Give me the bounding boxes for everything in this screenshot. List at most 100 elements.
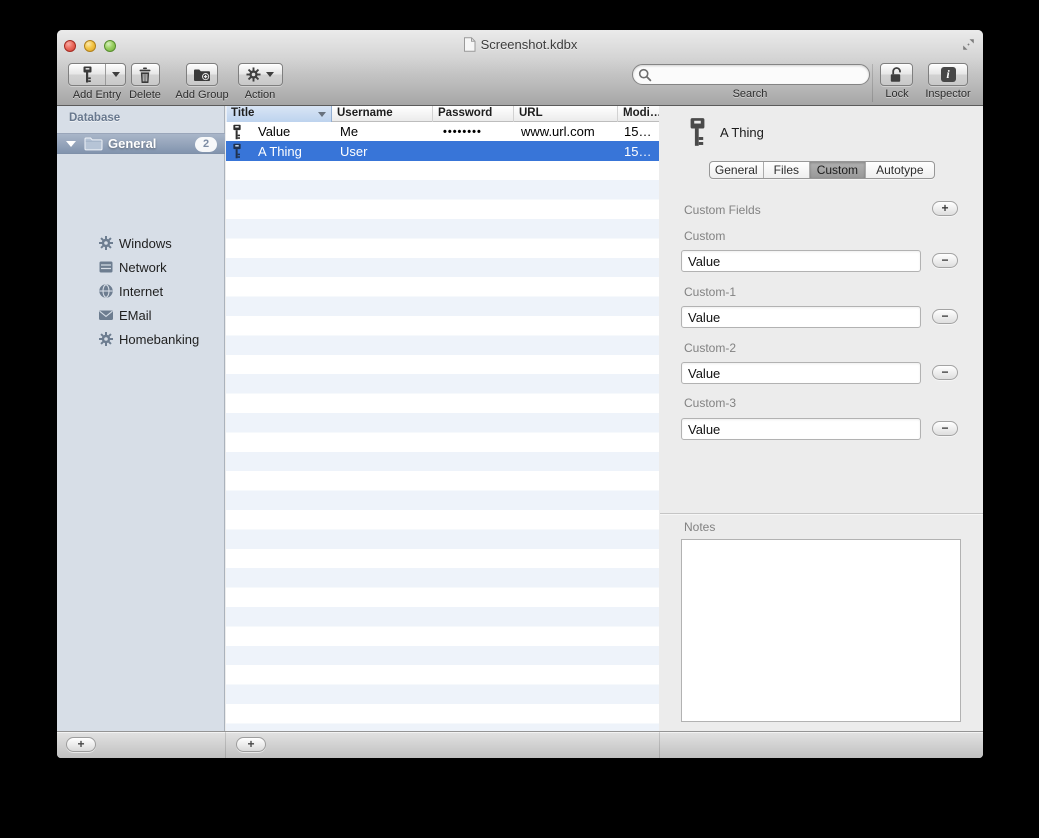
- column-header-username[interactable]: Username: [332, 106, 433, 122]
- gear-icon: [98, 235, 114, 251]
- server-icon: [98, 259, 114, 275]
- field-label: Custom-2: [684, 341, 736, 355]
- sidebar-item-email[interactable]: EMail: [57, 305, 225, 325]
- field-label: Custom: [684, 229, 725, 243]
- disclosure-triangle-icon[interactable]: [66, 141, 76, 147]
- sidebar-section-header: Database: [69, 112, 120, 124]
- action-button[interactable]: [238, 63, 283, 86]
- sidebar-item-internet[interactable]: Internet: [57, 281, 225, 301]
- column-header-password[interactable]: Password: [433, 106, 514, 122]
- remove-custom-field-button[interactable]: −: [932, 309, 958, 324]
- entry-title: Value: [258, 124, 290, 139]
- custom-field-input[interactable]: [681, 250, 921, 272]
- add-custom-field-button[interactable]: +: [932, 201, 958, 216]
- add-group-group: Add Group: [171, 63, 233, 101]
- remove-custom-field-button[interactable]: −: [932, 365, 958, 380]
- notes-separator: [660, 513, 983, 515]
- info-icon: i: [941, 67, 956, 82]
- chevron-down-icon: [112, 72, 120, 77]
- entry-title: A Thing: [258, 144, 302, 159]
- add-entry-footer-button[interactable]: +: [236, 737, 266, 752]
- sidebar-group-general[interactable]: General 2: [57, 133, 225, 154]
- entry-password: ••••••••: [433, 122, 514, 141]
- sidebar-item-label: EMail: [119, 308, 152, 323]
- inspector-tabs: General Files Custom Autotype: [709, 161, 935, 179]
- table-row[interactable]: Value Me •••••••• www.url.com 15…: [226, 122, 659, 141]
- column-header-modified[interactable]: Modi…: [618, 106, 659, 122]
- add-entry-group: Add Entry: [65, 63, 129, 101]
- inspector-panel: A Thing General Files Custom Autotype Cu…: [660, 106, 983, 731]
- add-entry-button[interactable]: [68, 63, 126, 86]
- window-chrome: Screenshot.kdbx: [57, 30, 983, 106]
- sort-descending-icon: [318, 112, 326, 117]
- custom-field-input[interactable]: [681, 418, 921, 440]
- sidebar-item-network[interactable]: Network: [57, 257, 225, 277]
- search-input[interactable]: [632, 64, 870, 85]
- trash-icon: [138, 67, 152, 83]
- gear-icon: [98, 331, 114, 347]
- entry-username: User: [332, 141, 433, 160]
- entry-url: [514, 141, 618, 160]
- custom-field-input[interactable]: [681, 306, 921, 328]
- remove-custom-field-button[interactable]: −: [932, 421, 958, 436]
- chevron-down-icon: [266, 72, 274, 77]
- inspector-button[interactable]: i: [928, 63, 968, 86]
- action-label: Action: [245, 89, 276, 101]
- key-icon: [688, 116, 707, 148]
- add-group-button[interactable]: [186, 63, 218, 86]
- key-icon: [232, 124, 242, 140]
- add-entry-label: Add Entry: [73, 89, 121, 101]
- envelope-icon: [98, 307, 114, 323]
- column-header-title[interactable]: Title: [226, 106, 332, 122]
- sidebar-item-label: Homebanking: [119, 332, 199, 347]
- gear-icon: [246, 67, 261, 82]
- search-icon: [638, 68, 652, 82]
- custom-fields-header: Custom Fields: [684, 203, 761, 217]
- remove-custom-field-button[interactable]: −: [932, 253, 958, 268]
- document-icon: [463, 37, 476, 52]
- tab-files[interactable]: Files: [764, 162, 811, 178]
- table-row-selected[interactable]: A Thing User 15…: [226, 141, 659, 160]
- fullscreen-icon[interactable]: [960, 36, 977, 53]
- field-label: Custom-3: [684, 396, 736, 410]
- delete-label: Delete: [129, 89, 161, 101]
- action-group: Action: [235, 63, 285, 101]
- sidebar: Database General 2: [57, 106, 225, 731]
- key-icon: [69, 64, 105, 85]
- bottom-bar: + +: [57, 731, 983, 758]
- sidebar-item-homebanking[interactable]: Homebanking: [57, 329, 225, 349]
- tab-general[interactable]: General: [710, 162, 764, 178]
- add-group-footer-button[interactable]: +: [66, 737, 96, 752]
- folder-plus-icon: [193, 68, 211, 82]
- desktop: Screenshot.kdbx: [0, 0, 1039, 838]
- delete-group: Delete: [121, 63, 169, 101]
- bottom-bar-divider: [659, 732, 660, 758]
- inspector-entry-title: A Thing: [720, 125, 764, 140]
- sidebar-item-label: Network: [119, 260, 167, 275]
- column-header-url[interactable]: URL: [514, 106, 618, 122]
- entry-modified: 15…: [618, 141, 659, 160]
- inspector-label: Inspector: [912, 88, 983, 100]
- custom-field-input[interactable]: [681, 362, 921, 384]
- entry-password: [433, 141, 514, 160]
- window-title-area: Screenshot.kdbx: [57, 37, 983, 52]
- sidebar-group-label: General: [108, 136, 156, 151]
- add-group-label: Add Group: [175, 89, 228, 101]
- notes-label: Notes: [684, 520, 715, 534]
- list-body[interactable]: Value Me •••••••• www.url.com 15…: [226, 122, 659, 731]
- entry-url: www.url.com: [514, 122, 618, 141]
- folder-icon: [84, 136, 103, 151]
- tab-autotype[interactable]: Autotype: [866, 162, 934, 178]
- app-window: Screenshot.kdbx: [57, 30, 983, 758]
- entry-username: Me: [332, 122, 433, 141]
- tab-custom[interactable]: Custom: [810, 162, 866, 178]
- globe-icon: [98, 283, 114, 299]
- notes-textarea[interactable]: [681, 539, 961, 722]
- list-header: Title Username Password URL Modi…: [226, 106, 659, 122]
- sidebar-item-windows[interactable]: Windows: [57, 233, 225, 253]
- lock-button[interactable]: [880, 63, 913, 86]
- delete-button[interactable]: [131, 63, 160, 86]
- field-label: Custom-1: [684, 285, 736, 299]
- window-title: Screenshot.kdbx: [481, 37, 578, 52]
- sidebar-item-label: Internet: [119, 284, 163, 299]
